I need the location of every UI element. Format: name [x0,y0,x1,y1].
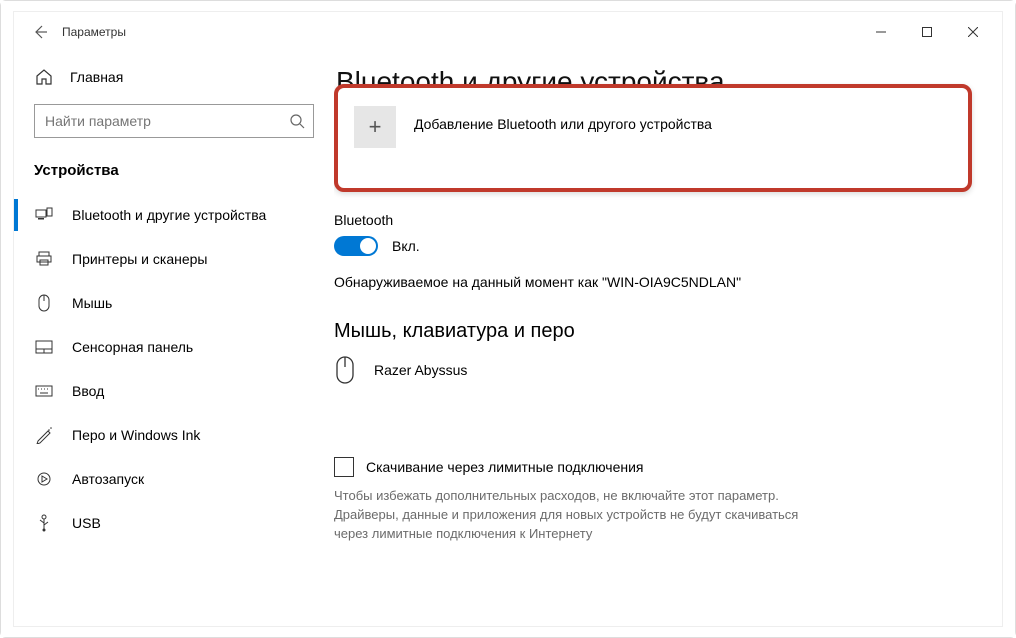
discoverable-text: Обнаруживаемое на данный момент как "WIN… [334,274,972,290]
device-item[interactable]: Razer Abyssus [334,355,972,385]
search-input[interactable] [34,104,314,138]
minimize-button[interactable] [858,16,904,48]
sidebar-item-label: Bluetooth и другие устройства [72,207,266,223]
mouse-icon [34,294,54,312]
sidebar-item-usb[interactable]: USB [14,501,334,545]
metered-download-checkbox[interactable] [334,457,354,477]
sidebar-item-autoplay[interactable]: Автозапуск [14,457,334,501]
pen-icon [34,426,54,444]
sidebar-item-label: Сенсорная панель [72,339,193,355]
sidebar-item-bluetooth[interactable]: Bluetooth и другие устройства [14,193,334,237]
sidebar-item-touchpad[interactable]: Сенсорная панель [14,325,334,369]
close-button[interactable] [950,16,996,48]
add-device-button[interactable]: + Добавление Bluetooth или другого устро… [334,84,972,192]
autoplay-icon [34,471,54,487]
sidebar-item-label: Принтеры и сканеры [72,251,207,267]
metered-download-label: Скачивание через лимитные подключения [366,459,643,475]
sidebar-item-label: Перо и Windows Ink [72,427,200,443]
plus-icon: + [354,106,396,148]
sidebar-item-label: Автозапуск [72,471,144,487]
usb-icon [34,514,54,532]
home-icon [34,68,54,86]
bluetooth-devices-icon [34,207,54,223]
sidebar-item-pen[interactable]: Перо и Windows Ink [14,413,334,457]
sidebar-item-printers[interactable]: Принтеры и сканеры [14,237,334,281]
device-name: Razer Abyssus [374,362,467,378]
window-title: Параметры [62,25,126,39]
add-device-label: Добавление Bluetooth или другого устройс… [414,106,712,132]
sidebar-item-label: Мышь [72,295,112,311]
sidebar-item-typing[interactable]: Ввод [14,369,334,413]
section-mouse-kb-pen: Мышь, клавиатура и перо [334,320,972,343]
home-label: Главная [70,69,123,85]
sidebar-item-mouse[interactable]: Мышь [14,281,334,325]
sidebar-item-label: Ввод [72,383,104,399]
mouse-device-icon [334,355,356,385]
category-header: Устройства [14,156,334,193]
printer-icon [34,251,54,267]
touchpad-icon [34,340,54,354]
search-icon [289,113,305,129]
bluetooth-label: Bluetooth [334,212,972,228]
back-button[interactable] [20,24,60,40]
metered-help-text: Чтобы избежать дополнительных расходов, … [334,487,814,544]
sidebar-item-label: USB [72,515,101,531]
bluetooth-state: Вкл. [392,238,420,254]
maximize-button[interactable] [904,16,950,48]
bluetooth-toggle[interactable] [334,236,378,256]
keyboard-icon [34,385,54,397]
home-nav[interactable]: Главная [14,62,334,92]
